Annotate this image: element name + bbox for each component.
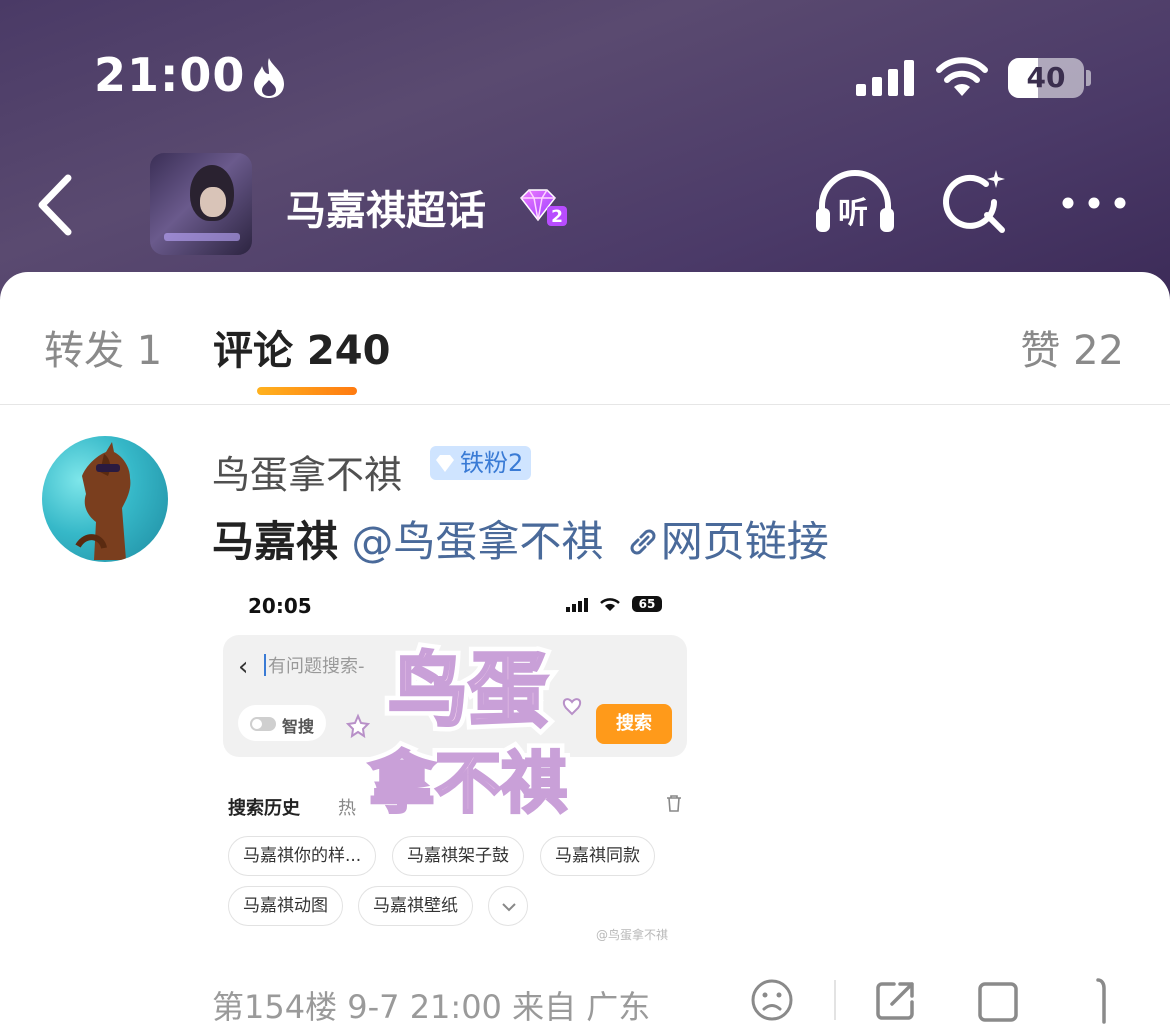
share-icon[interactable] [874,978,918,1022]
listen-label: 听 [838,196,868,231]
comment-mention[interactable]: @鸟蛋拿不祺 [351,517,603,566]
comment-text-bold: 马嘉祺 [212,517,339,566]
comment-text: 马嘉祺 @鸟蛋拿不祺 网页链接 [212,508,829,569]
flame-icon [254,58,284,98]
topic-title[interactable]: 马嘉祺超话 [286,178,486,236]
meta-divider [834,980,836,1020]
battery-level: 40 [1026,61,1066,94]
sticker-line-2-outline: 拿不祺 [369,745,567,820]
image-history-chip: 马嘉祺动图 [228,886,343,926]
topic-header [0,0,1170,300]
gem-level-badge: 2 [520,189,567,227]
tab-divider [0,404,1170,405]
back-button[interactable] [30,170,80,240]
link-icon [630,529,656,555]
diamond-icon [436,455,454,472]
image-signal-wifi-icon [566,598,620,612]
image-history-chip: 马嘉祺同款 [540,836,655,876]
sad-face-icon[interactable] [750,978,794,1022]
image-smart-search-label: 智搜 [282,717,315,736]
tab-like[interactable]: 赞 22 [1020,318,1124,376]
name-sticker: 鸟蛋 鸟蛋 拿不祺 拿不祺 [345,638,582,820]
battery-tip [1086,70,1091,86]
image-text-caret [264,654,266,676]
image-battery: 65 [632,596,662,612]
comment-username[interactable]: 鸟蛋拿不祺 [212,444,402,499]
sparkle-search-icon[interactable] [940,168,1010,238]
image-back-icon: ‹ [238,652,249,682]
image-expand-icon [488,886,528,926]
web-link[interactable]: 网页链接 [617,517,829,566]
image-watermark: @鸟蛋拿不祺 [596,928,669,942]
comment-image[interactable]: 20:05 65 ‹ 有问题搜索- 智搜 搜索 搜索历史 热 马嘉祺你的样...… [210,580,710,950]
image-search-button: 搜索 [596,704,672,744]
gem-level: 2 [551,207,563,227]
web-link-label: 网页链接 [660,517,829,566]
signal-icon [856,60,914,96]
horse-avatar-image [75,442,131,560]
avatar[interactable] [42,436,168,562]
image-status-time: 20:05 [248,594,312,618]
sticker-line-1-outline: 鸟蛋 [388,644,548,737]
topic-cover-image[interactable] [150,153,252,255]
status-time: 21:00 [94,48,246,102]
comment-meta: 第154楼 9-7 21:00 来自 广东 [212,988,651,1026]
image-history-chip: 马嘉祺壁纸 [358,886,473,926]
fan-badge: 铁粉2 [430,446,532,480]
more-icon[interactable] [1058,188,1130,218]
tab-comment[interactable]: 评论 240 [213,318,390,376]
fan-badge-label: 铁粉2 [460,449,524,477]
tab-repost[interactable]: 转发 1 [44,318,162,376]
comment-icon[interactable] [976,980,1020,1024]
battery-indicator: 40 [1008,58,1084,98]
image-history-chip: 马嘉祺架子鼓 [392,836,524,876]
wifi-icon [936,57,988,96]
image-trash-icon [667,795,681,812]
active-tab-indicator [257,387,357,395]
image-history-chip: 马嘉祺你的样... [228,836,377,876]
like-icon[interactable] [1082,976,1122,1026]
image-history-label: 搜索历史 [228,798,300,819]
